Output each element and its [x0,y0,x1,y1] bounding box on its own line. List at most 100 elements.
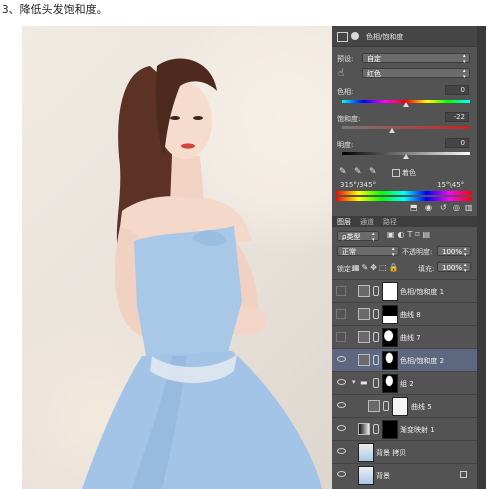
lock-label: 锁定: [337,265,354,273]
link-icon[interactable] [373,424,379,434]
layer-mask-thumbnail[interactable] [382,282,398,301]
layer-row[interactable]: 背景 拷贝 [332,440,477,463]
curves-adjustment-icon [358,308,370,320]
fill-input[interactable]: 100% [437,262,471,274]
layer-row-selected[interactable]: 色相/饱和度 2 [332,348,477,371]
visibility-toggle-off[interactable] [336,332,346,342]
eyedropper-subtract-icon[interactable]: ✎ [369,167,377,177]
photoshop-panel: 色相/饱和度 预设: 自定 ☝ 红色 色相: 0 饱和度: -22 明度: 0 … [332,26,477,489]
eye-icon[interactable] [337,471,346,477]
properties-title: 色相/饱和度 [366,33,404,41]
photo-canvas[interactable] [22,26,332,489]
tab-channels[interactable]: 通道 [360,217,374,227]
eye-icon[interactable] [337,425,346,431]
color-range-bar-bottom[interactable] [336,197,472,201]
layers-tabs: 图层 通道 路径 [332,216,477,227]
hue-slider-thumb[interactable] [403,102,409,107]
link-icon[interactable] [373,355,379,365]
target-adjust-hand-icon[interactable]: ☝ [338,68,344,79]
layer-name: 渐变映射 1 [400,426,435,434]
layer-thumbnail[interactable] [358,443,374,462]
curves-adjustment-icon [368,400,380,412]
gradient-map-adjustment-icon [358,423,370,435]
lock-icons[interactable]: ▦✎✥⬚🔒 [352,263,400,272]
link-icon[interactable] [383,401,389,411]
lightness-label: 明度: [337,141,354,149]
tab-paths[interactable]: 路径 [383,217,397,227]
layer-row[interactable]: 曲线 5 [332,394,477,417]
layer-row[interactable]: 色相/饱和度 1 [332,279,477,302]
step-caption: 3、降低头发饱和度。 [2,3,108,16]
layer-name: 曲线 8 [400,311,421,319]
layer-row[interactable]: 曲线 7 [332,325,477,348]
lightness-slider-thumb[interactable] [403,154,409,159]
layer-mask-thumbnail[interactable] [382,305,398,324]
opacity-input[interactable]: 100% [437,246,471,258]
portrait-image [82,58,322,489]
folder-icon: ▬ [360,378,368,387]
link-icon[interactable] [373,286,379,296]
curves-adjustment-icon [358,331,370,343]
group-expand-icon[interactable]: ▾ [352,378,356,386]
mask-icon[interactable] [351,32,359,40]
lightness-value-input[interactable]: 0 [445,138,469,148]
layer-name: 组 2 [400,380,414,388]
layer-name: 色相/饱和度 1 [400,288,445,296]
layer-row[interactable]: 曲线 8 [332,302,477,325]
saturation-label: 饱和度: [337,115,361,123]
clip-layer-icon[interactable]: ⬒ [410,203,418,212]
layer-filter-icons[interactable]: ▣◐T⌑▤ [387,230,433,239]
reset-icon[interactable]: ↺ [440,203,447,212]
layer-mask-thumbnail[interactable] [392,397,408,416]
opacity-label: 不透明度: [402,248,433,256]
layer-name: 曲线 5 [411,403,432,411]
visibility-icon[interactable]: ◎ [453,203,460,212]
saturation-slider-track[interactable] [342,126,470,129]
eyedropper-icon[interactable]: ✎ [339,167,347,177]
colorize-label: 着色 [402,169,416,177]
view-previous-icon[interactable]: ◉ [425,203,432,212]
visibility-toggle-off[interactable] [336,286,346,296]
link-icon[interactable] [373,332,379,342]
eyedropper-add-icon[interactable]: ✎ [354,167,362,177]
eye-icon[interactable] [337,356,346,362]
layer-row[interactable]: 背景 [332,463,477,486]
saturation-value-input[interactable]: -22 [445,112,469,122]
adjustment-layer-icon [337,32,348,42]
eye-icon[interactable] [337,379,346,385]
eye-icon[interactable] [337,402,346,408]
blend-mode-select[interactable]: 正常 [337,246,399,258]
hue-value-input[interactable]: 0 [445,85,469,95]
link-icon[interactable] [373,309,379,319]
preset-select[interactable]: 自定 [362,53,470,65]
eye-icon[interactable] [337,448,346,454]
delete-icon[interactable]: ▥ [465,203,473,212]
layer-name: 色相/饱和度 2 [400,357,445,365]
saturation-slider-thumb[interactable] [389,128,395,133]
tab-layers[interactable]: 图层 [337,217,351,227]
range-right-readout: 15°\45° [437,181,465,189]
layer-mask-thumbnail[interactable] [382,420,398,439]
hue-saturation-adjustment-icon [358,285,370,297]
layer-row[interactable]: ▾ ▬ 组 2 [332,371,477,394]
layer-filter-select[interactable]: ρ类型 [337,231,379,243]
color-range-bar-top [336,191,472,195]
layer-row[interactable]: 渐变映射 1 [332,417,477,440]
layer-mask-thumbnail[interactable] [382,374,398,393]
layer-mask-thumbnail[interactable] [382,328,398,347]
range-left-readout: 315°/345° [340,181,377,189]
lock-icon [460,471,467,478]
visibility-toggle-off[interactable] [336,309,346,319]
panel-scrollbar[interactable] [477,26,486,489]
layer-name: 曲线 7 [400,334,421,342]
link-icon[interactable] [373,378,379,388]
layer-name: 背景 拷贝 [376,449,407,457]
layer-thumbnail[interactable] [358,466,374,485]
properties-header: 色相/饱和度 [332,26,477,47]
hue-label: 色相: [337,88,354,96]
layer-mask-thumbnail[interactable] [382,351,398,370]
hue-saturation-adjustment-icon [358,354,370,366]
layer-name: 背景 [376,472,390,480]
channel-select[interactable]: 红色 [362,68,470,80]
colorize-checkbox[interactable] [392,169,400,177]
